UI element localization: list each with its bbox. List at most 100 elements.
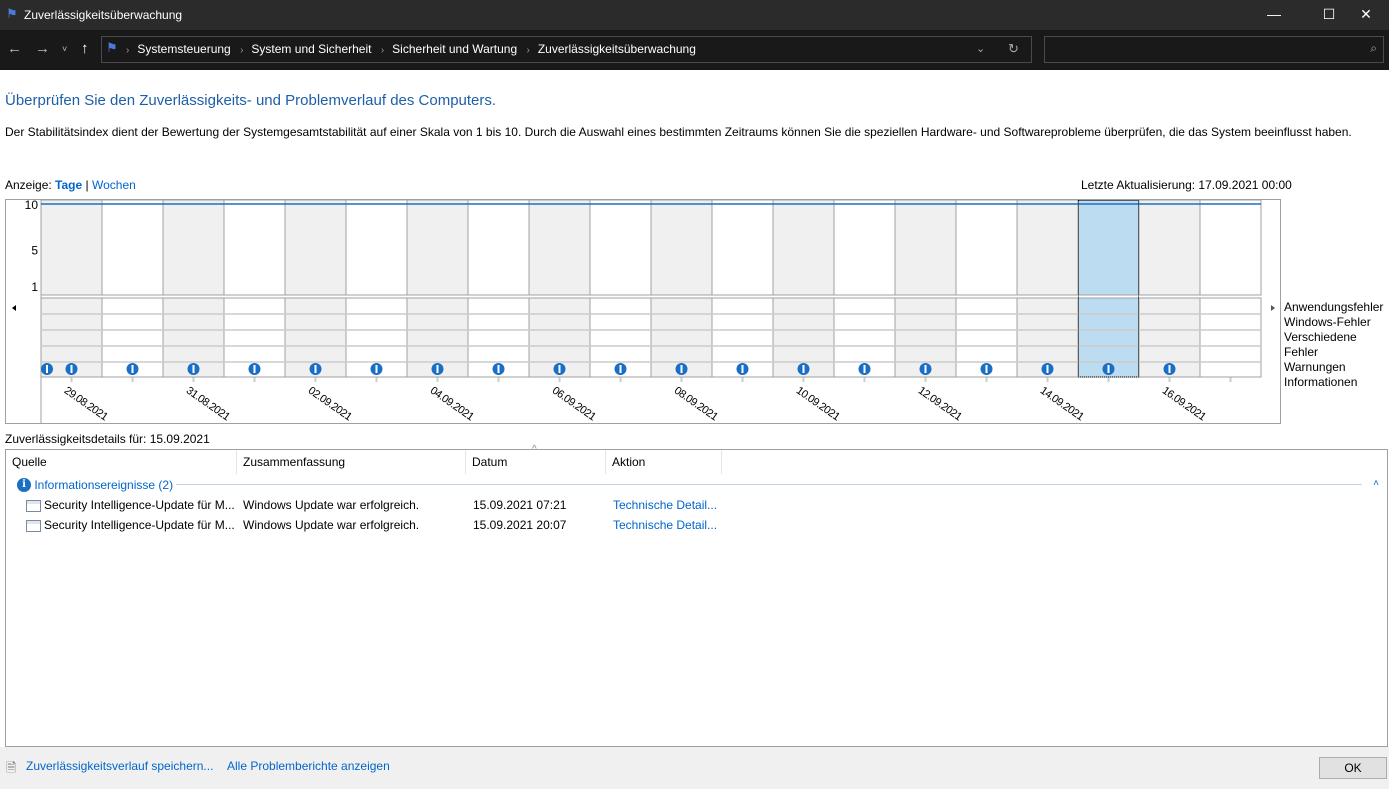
day-column-08.09[interactable] bbox=[650, 199, 713, 296]
all-reports-link[interactable]: Alle Problemberichte anzeigen bbox=[227, 759, 390, 773]
breadcrumb-current[interactable]: Zuverlässigkeitsüberwachung bbox=[538, 37, 696, 62]
day-column-16.09[interactable] bbox=[1138, 199, 1201, 296]
day-column-01.09[interactable] bbox=[223, 199, 286, 296]
footer: 🗎 Zuverlässigkeitsverlauf speichern... A… bbox=[0, 747, 1389, 789]
search-icon: ⌕ bbox=[1370, 41, 1377, 55]
info-icon[interactable] bbox=[858, 363, 871, 375]
table-row[interactable]: Security Intelligence-Update für M... Wi… bbox=[6, 515, 1387, 535]
info-icon[interactable] bbox=[126, 363, 139, 375]
info-icon[interactable] bbox=[65, 363, 78, 375]
technical-details-link[interactable]: Technische Detail... bbox=[613, 515, 717, 535]
info-icon[interactable] bbox=[1163, 363, 1176, 375]
x-tick-label: 29.08.2021 bbox=[62, 385, 110, 423]
view-days-link[interactable]: Tage bbox=[55, 178, 82, 192]
view-weeks-link[interactable]: Wochen bbox=[92, 178, 136, 192]
column-header-source[interactable]: Quelle bbox=[6, 450, 237, 474]
x-tick-label: 16.09.2021 bbox=[1160, 385, 1208, 423]
breadcrumb-sicherheit-wartung[interactable]: Sicherheit und Wartung bbox=[392, 37, 517, 62]
scroll-left-icon[interactable] bbox=[12, 305, 16, 311]
day-column-15.09[interactable] bbox=[1077, 199, 1140, 296]
y-tick-label: 10 bbox=[25, 200, 39, 212]
info-icon-mark bbox=[924, 365, 927, 373]
info-icon[interactable] bbox=[919, 363, 932, 375]
day-column-12.09[interactable] bbox=[894, 199, 957, 296]
info-icon[interactable] bbox=[370, 363, 383, 375]
day-column-05.09[interactable] bbox=[467, 199, 530, 296]
search-input[interactable]: ⌕ bbox=[1044, 36, 1384, 63]
row-summary: Windows Update war erfolgreich. bbox=[243, 498, 420, 512]
breadcrumb-systemsteuerung[interactable]: Systemsteuerung bbox=[137, 37, 230, 62]
info-icon-mark bbox=[436, 365, 439, 373]
day-column-10.09[interactable] bbox=[772, 199, 835, 296]
flag-icon: ⚑ bbox=[106, 40, 118, 55]
chevron-right-icon: › bbox=[240, 45, 244, 56]
group-label: Informationsereignisse (2) bbox=[34, 477, 174, 492]
info-icon-mark bbox=[680, 365, 683, 373]
day-column-11.09[interactable] bbox=[833, 199, 896, 296]
row-source: Security Intelligence-Update für M... bbox=[44, 518, 235, 532]
collapse-chevron-icon[interactable]: ˄ bbox=[1373, 474, 1379, 494]
info-icon[interactable] bbox=[431, 363, 444, 375]
info-icon[interactable] bbox=[980, 363, 993, 375]
recent-chevron-icon[interactable]: ˅ bbox=[62, 44, 67, 54]
refresh-icon[interactable]: ↻ bbox=[1008, 41, 1019, 57]
info-icon[interactable] bbox=[492, 363, 505, 375]
events-table: Quelle Zusammenfassung Datum ^ Aktion i … bbox=[5, 444, 1388, 747]
y-tick-label: 5 bbox=[31, 244, 38, 258]
day-column-03.09[interactable] bbox=[345, 199, 408, 296]
info-icon[interactable] bbox=[553, 363, 566, 375]
x-tick-label: 31.08.2021 bbox=[184, 385, 232, 423]
info-icon[interactable] bbox=[187, 363, 200, 375]
column-header-summary[interactable]: Zusammenfassung bbox=[237, 450, 466, 474]
close-button[interactable]: ✕ bbox=[1343, 0, 1389, 30]
day-column-02.09[interactable] bbox=[284, 199, 347, 296]
info-icon-mark bbox=[619, 365, 622, 373]
info-icon[interactable] bbox=[41, 363, 53, 375]
address-field[interactable]: ⚑ › Systemsteuerung › System und Sicherhei… bbox=[101, 36, 1032, 63]
view-selector: Anzeige: Tage | Wochen bbox=[5, 178, 136, 192]
info-icon[interactable] bbox=[309, 363, 322, 375]
ok-button[interactable]: OK bbox=[1319, 757, 1387, 779]
sort-ascending-icon: ^ bbox=[532, 444, 537, 455]
chart-legend: Anwendungsfehler Windows-Fehler Verschie… bbox=[1284, 300, 1389, 390]
up-icon[interactable]: ↑ bbox=[81, 40, 89, 57]
info-icon[interactable] bbox=[614, 363, 627, 375]
scroll-right-icon[interactable] bbox=[1271, 305, 1275, 311]
breadcrumb-system-sicherheit[interactable]: System und Sicherheit bbox=[251, 37, 371, 62]
back-icon[interactable]: ← bbox=[7, 40, 22, 57]
info-icon-mark bbox=[375, 365, 378, 373]
day-column-31.08[interactable] bbox=[162, 199, 225, 296]
day-column-04.09[interactable] bbox=[406, 199, 469, 296]
info-icon-mark bbox=[558, 365, 561, 373]
save-history-link[interactable]: Zuverlässigkeitsverlauf speichern... bbox=[26, 759, 213, 773]
view-divider: | bbox=[85, 178, 89, 192]
forward-icon[interactable]: → bbox=[35, 40, 50, 57]
day-events-column-17.09[interactable] bbox=[1199, 297, 1262, 378]
day-column-29.08[interactable] bbox=[40, 199, 103, 296]
day-column-30.08[interactable] bbox=[101, 199, 164, 296]
flag-icon: ⚑ bbox=[6, 6, 18, 21]
table-row[interactable]: Security Intelligence-Update für M... Wi… bbox=[6, 495, 1387, 515]
page-description: Der Stabilitätsindex dient der Bewertung… bbox=[5, 125, 1352, 139]
column-header-action[interactable]: Aktion bbox=[606, 450, 722, 474]
technical-details-link[interactable]: Technische Detail... bbox=[613, 495, 717, 515]
info-icon[interactable] bbox=[248, 363, 261, 375]
info-icon-mark bbox=[985, 365, 988, 373]
info-icon[interactable] bbox=[1102, 363, 1115, 375]
group-header-information[interactable]: i Informationsereignisse (2) ˄ bbox=[6, 474, 1387, 494]
x-tick-label: 02.09.2021 bbox=[306, 385, 354, 423]
dropdown-chevron-icon[interactable]: ⌄ bbox=[976, 42, 985, 55]
x-tick-label: 04.09.2021 bbox=[428, 385, 476, 423]
day-column-06.09[interactable] bbox=[528, 199, 591, 296]
day-column-14.09[interactable] bbox=[1016, 199, 1079, 296]
info-icon[interactable] bbox=[1041, 363, 1054, 375]
info-icon[interactable] bbox=[736, 363, 749, 375]
info-icon[interactable] bbox=[797, 363, 810, 375]
page-title: Überprüfen Sie den Zuverlässigkeits- und… bbox=[5, 92, 497, 109]
minimize-button[interactable]: — bbox=[1251, 0, 1297, 30]
day-column-07.09[interactable] bbox=[589, 199, 652, 296]
day-column-13.09[interactable] bbox=[955, 199, 1018, 296]
day-column-17.09[interactable] bbox=[1199, 199, 1262, 296]
day-column-09.09[interactable] bbox=[711, 199, 774, 296]
info-icon[interactable] bbox=[675, 363, 688, 375]
